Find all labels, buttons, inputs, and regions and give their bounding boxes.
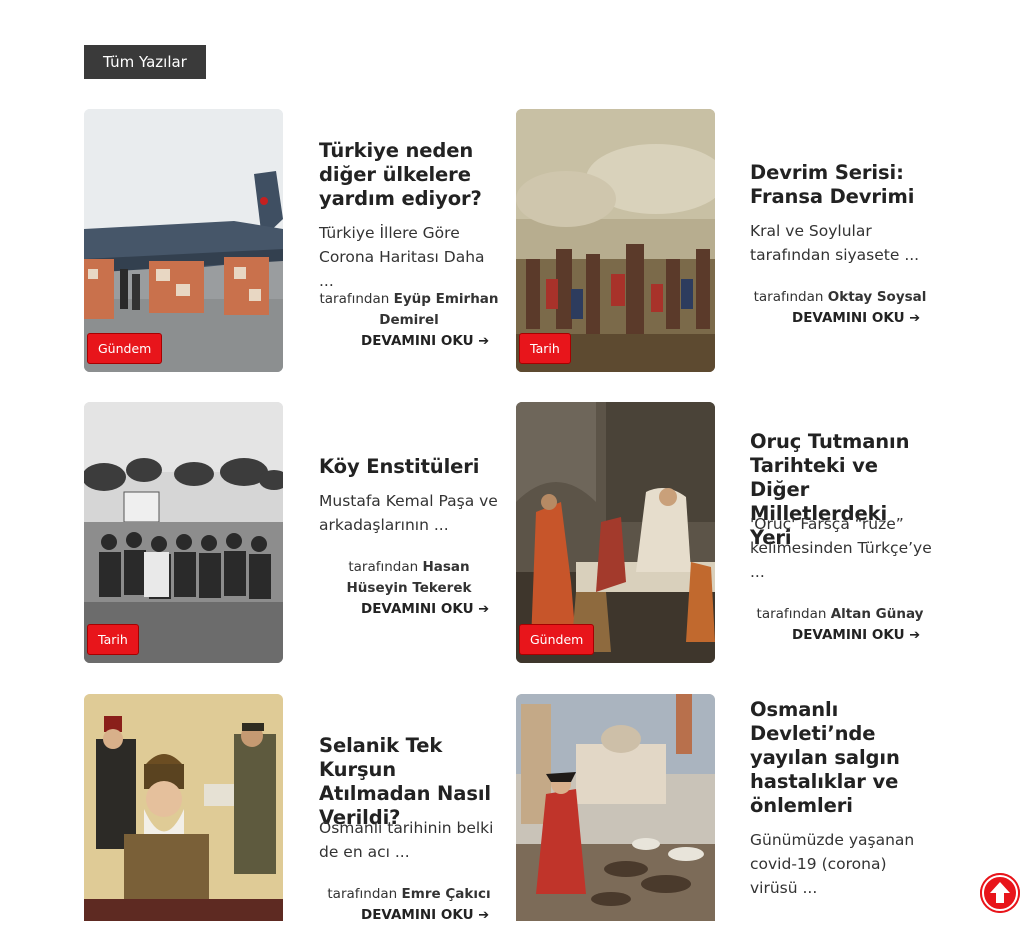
author-link[interactable]: Emre Çakıcı <box>402 886 491 902</box>
arrow-right-icon: ➔ <box>909 311 921 326</box>
plague-scene-painting-image <box>516 694 715 921</box>
category-badge[interactable]: Gündem <box>87 333 163 364</box>
arrow-right-icon: ➔ <box>478 334 490 349</box>
category-badge[interactable]: Tarih <box>519 333 571 364</box>
post-byline: tarafından Oktay Soysal <box>750 287 930 308</box>
post-thumbnail[interactable]: Gündem <box>516 402 715 663</box>
post-thumbnail[interactable] <box>516 694 715 921</box>
ottoman-officers-painting-image <box>84 694 283 921</box>
post-excerpt: Mustafa Kemal Paşa ve arkadaşlarının ... <box>319 492 498 534</box>
byline-prefix: tarafından <box>319 291 390 307</box>
arrow-up-circle-icon <box>980 873 1020 913</box>
post-title[interactable]: Osmanlı Devleti’nde yayılan salgın hasta… <box>750 698 925 818</box>
category-badge[interactable]: Gündem <box>519 624 595 655</box>
post-byline: tarafından Emre Çakıcı <box>319 884 499 905</box>
post-title[interactable]: Devrim Serisi: Fransa Devrimi <box>750 161 925 209</box>
arrow-right-icon: ➔ <box>478 602 490 617</box>
read-more-link[interactable]: DEVAMINI OKU ➔ <box>361 905 489 926</box>
post-byline: tarafından Altan Günay <box>750 604 930 625</box>
read-more-link[interactable]: DEVAMINI OKU ➔ <box>792 625 920 646</box>
section-tag-all-posts[interactable]: Tüm Yazılar <box>84 45 206 79</box>
post-thumbnail[interactable]: Tarih <box>84 402 283 663</box>
read-more-label: DEVAMINI OKU <box>792 627 905 643</box>
post-excerpt: Günümüzde yaşanan covid-19 (corona) virü… <box>750 831 915 897</box>
post-excerpt: Kral ve Soylular tarafından siyasete ... <box>750 222 920 264</box>
read-more-label: DEVAMINI OKU <box>792 310 905 326</box>
post-thumbnail[interactable] <box>84 694 283 921</box>
arrow-right-icon: ➔ <box>909 628 921 643</box>
read-more-link[interactable]: DEVAMINI OKU ➔ <box>792 308 920 329</box>
byline-prefix: tarafından <box>348 559 419 575</box>
read-more-link[interactable]: DEVAMINI OKU ➔ <box>361 599 489 620</box>
post-thumbnail[interactable]: Gündem <box>84 109 283 372</box>
byline-prefix: tarafından <box>327 886 398 902</box>
byline-prefix: tarafından <box>756 606 827 622</box>
read-more-link[interactable]: DEVAMINI OKU ➔ <box>361 331 489 352</box>
author-link[interactable]: Altan Günay <box>831 606 924 622</box>
post-title[interactable]: Köy Enstitüleri <box>319 455 494 479</box>
author-link[interactable]: Oktay Soysal <box>828 289 927 305</box>
author-link[interactable]: Eyüp Emirhan Demirel <box>379 291 498 328</box>
post-excerpt: Osmanlı tarihinin belki de en acı ... <box>319 819 494 861</box>
byline-prefix: tarafından <box>753 289 824 305</box>
post-title[interactable]: Türkiye neden diğer ülkelere yardım ediy… <box>319 139 494 211</box>
scroll-top-button[interactable] <box>980 873 1020 913</box>
post-excerpt: Türkiye İllere Göre Corona Haritası Daha… <box>319 224 485 290</box>
post-byline: tarafından Hasan Hüseyin Tekerek <box>319 557 499 599</box>
read-more-label: DEVAMINI OKU <box>361 333 474 349</box>
category-badge[interactable]: Tarih <box>87 624 139 655</box>
post-excerpt: 'Oruç' Farsça “ruze” kelimesinden Türkçe… <box>750 515 932 581</box>
post-byline: tarafından Eyüp Emirhan Demirel <box>319 289 499 331</box>
read-more-label: DEVAMINI OKU <box>361 601 474 617</box>
post-thumbnail[interactable]: Tarih <box>516 109 715 372</box>
